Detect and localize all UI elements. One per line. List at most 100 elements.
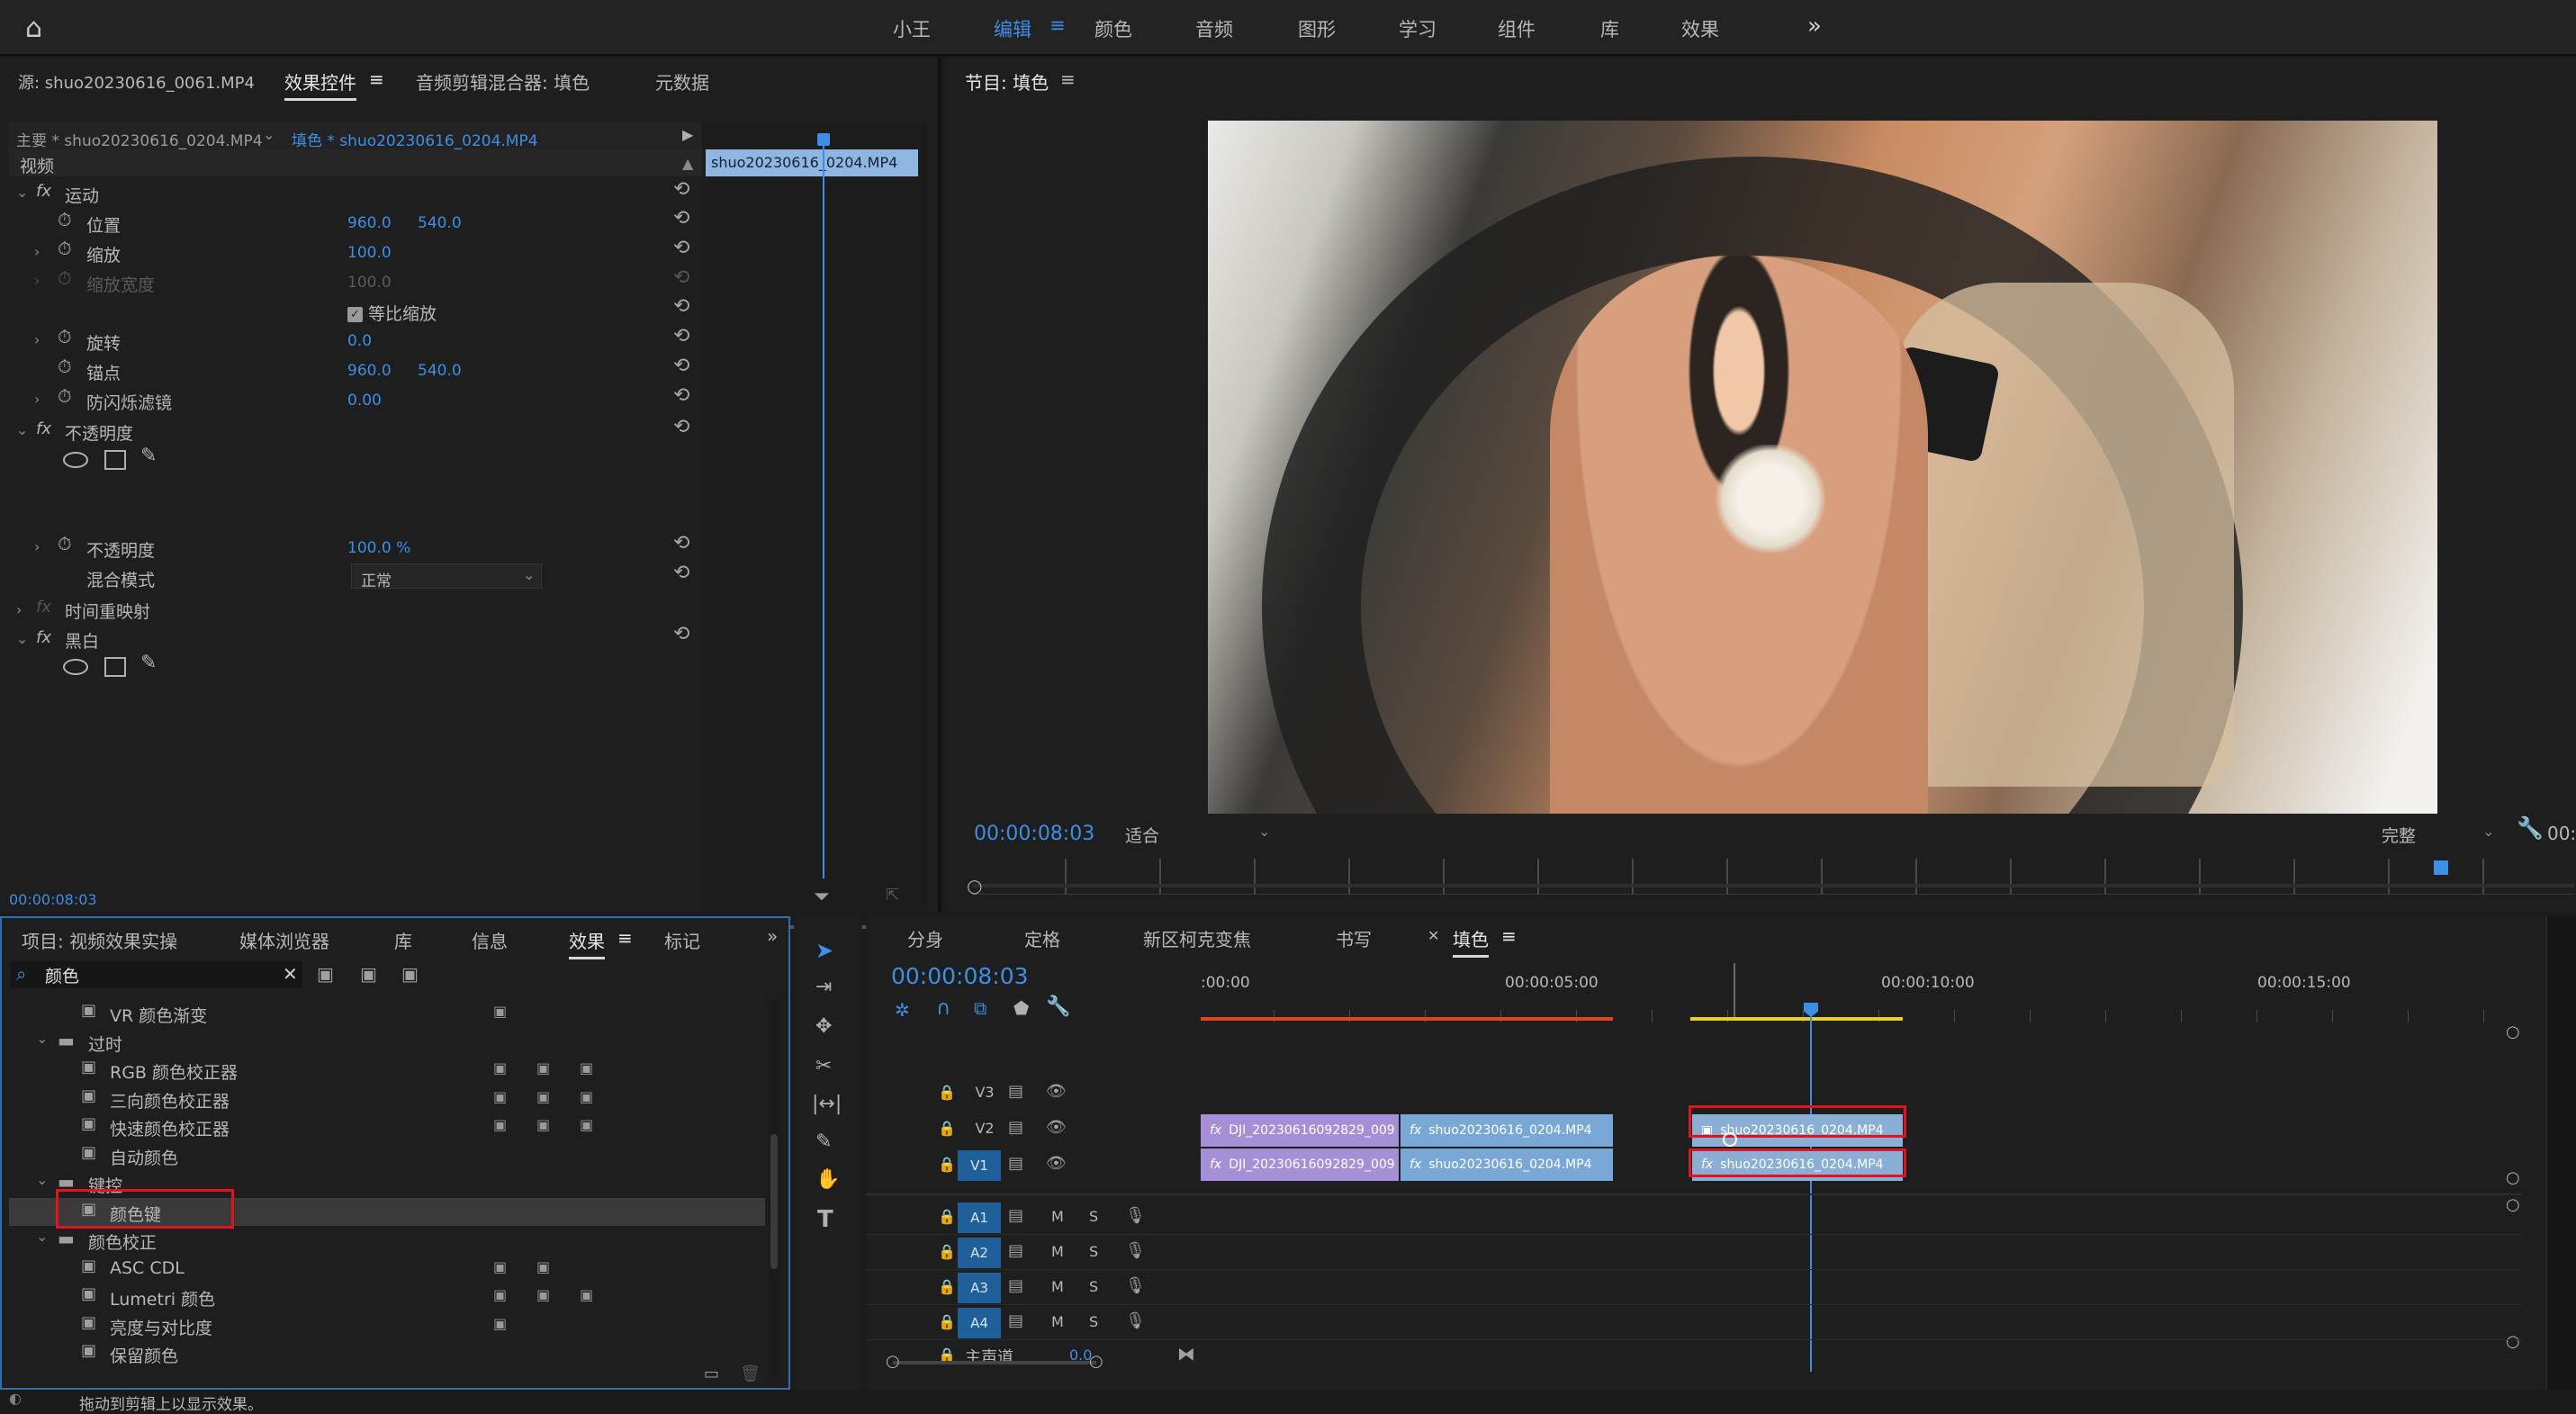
chevron-down-icon[interactable]: ⌄ (16, 184, 28, 201)
clip-chip[interactable]: shuo20230616_0204.MP4 (706, 149, 918, 176)
snap-magnet-icon[interactable]: ∩ (936, 997, 950, 1020)
solo-button[interactable]: S (1089, 1243, 1098, 1260)
position-x-value[interactable]: 960.0 (347, 214, 392, 232)
stopwatch-icon[interactable]: ⏱ (58, 385, 72, 407)
solo-button[interactable]: S (1089, 1313, 1098, 1330)
wrench-icon[interactable]: 🔧 (2517, 815, 2544, 841)
add-marker-icon[interactable]: ⬟ (1013, 997, 1029, 1019)
tab-effects[interactable]: 效果 (569, 927, 605, 959)
clip-v2-dji[interactable]: fx DJI_20230616092829_009 (1201, 1114, 1399, 1147)
effect-timeline[interactable]: shuo20230616_0204.MP4 (702, 122, 927, 929)
go-to-end-icon[interactable]: ⧓ (1177, 1343, 1195, 1364)
rectangle-mask-icon[interactable] (104, 450, 126, 470)
chevron-right-icon[interactable]: › (16, 601, 22, 618)
anchor-y-value[interactable]: 540.0 (418, 362, 462, 380)
chevron-down-icon[interactable]: ⌄ (36, 1171, 48, 1188)
antiflicker-value[interactable]: 0.00 (347, 392, 382, 410)
panel-menu-icon[interactable]: ≡ (369, 68, 384, 90)
microphone-icon[interactable]: 🎙 (1125, 1206, 1146, 1225)
workspace-tab-library[interactable]: 库 (1600, 15, 1619, 42)
timeline-h-scrollbar[interactable] (893, 1361, 1096, 1364)
tab-audio-clip-mixer[interactable]: 音频剪辑混合器: 填色 (416, 68, 590, 95)
tab-markers[interactable]: 标记 (664, 927, 700, 953)
hand-tool-icon[interactable]: ✋ (815, 1168, 840, 1191)
chevron-down-icon[interactable]: ⌄ (16, 421, 28, 438)
effect-item[interactable]: ▣ 自动颜色 (9, 1141, 765, 1169)
mute-button[interactable]: M (1051, 1243, 1064, 1260)
sync-lock-icon[interactable]: ▤ (1008, 1276, 1023, 1295)
effect-item[interactable]: ▣ 保留颜色 (9, 1339, 765, 1367)
sync-lock-icon[interactable]: ▤ (1008, 1241, 1023, 1260)
more-tabs-icon[interactable]: » (767, 925, 778, 947)
scroll-handle-icon[interactable]: ○ (967, 875, 982, 896)
workspace-tab-learn[interactable]: 学习 (1399, 15, 1437, 42)
workspace-tab-assembly[interactable]: 组件 (1498, 15, 1536, 42)
track-label-a[interactable]: A3 (958, 1273, 1001, 1303)
export-icon[interactable]: ⇱ (886, 886, 899, 905)
reset-icon[interactable]: ⟲ (673, 623, 689, 645)
chevron-down-icon[interactable]: ⌄ (16, 630, 28, 647)
position-y-value[interactable]: 540.0 (418, 214, 462, 232)
scroll-handle-icon[interactable]: ○ (886, 1352, 900, 1371)
effect-item[interactable]: ▣ VR 颜色渐变 ▣ (9, 999, 765, 1027)
tab-source[interactable]: 源: shuo20230616_0061.MP4 (18, 70, 255, 94)
ripple-edit-tool-icon[interactable]: ✥ (815, 1015, 832, 1038)
anchor-x-value[interactable]: 960.0 (347, 362, 392, 380)
reset-icon[interactable]: ⟲ (673, 416, 689, 438)
master-clip-label[interactable]: 主要 * shuo20230616_0204.MP4 (16, 128, 263, 150)
pen-tool-icon[interactable]: ✎ (815, 1130, 832, 1153)
tab-effect-controls[interactable]: 效果控件 (284, 68, 356, 101)
scroll-up-icon[interactable]: ▲ (682, 155, 693, 172)
workspace-tab-edit[interactable]: 编辑 (994, 15, 1031, 42)
mute-button[interactable]: M (1051, 1278, 1064, 1295)
track-label-a[interactable]: A4 (958, 1308, 1001, 1338)
search-input[interactable] (45, 963, 261, 986)
effect-item[interactable]: ▣ RGB 颜色校正器 ▣ ▣ ▣ (9, 1056, 765, 1084)
type-tool-icon[interactable]: T (817, 1206, 833, 1233)
pen-mask-icon[interactable]: ✎ (140, 652, 157, 674)
chevron-right-icon[interactable]: › (34, 331, 40, 348)
program-title[interactable]: 节目: 填色 (965, 68, 1049, 95)
track-label-v1[interactable]: V1 (958, 1150, 1001, 1181)
fx-icon[interactable]: fx (36, 628, 51, 647)
home-icon[interactable]: ⌂ (25, 13, 42, 44)
effect-item[interactable]: ▣ 三向颜色校正器 ▣ ▣ ▣ (9, 1085, 765, 1112)
panel-menu-icon[interactable]: ≡ (617, 927, 633, 949)
time-ruler[interactable]: :00:00 00:00:05:00 00:00:10:00 00:00:15:… (1199, 970, 2488, 1022)
slip-tool-icon[interactable]: |↔| (812, 1093, 842, 1115)
panel-menu-icon[interactable]: ≡ (1060, 68, 1076, 90)
tab-sequence-fill[interactable]: 填色 (1453, 925, 1489, 958)
program-timecode[interactable]: 00:00:08:03 (974, 823, 1094, 845)
tab-library[interactable]: 库 (394, 927, 412, 953)
hamburger-menu-icon[interactable]: ≡ (1049, 14, 1066, 36)
scroll-handle-icon[interactable]: ○ (1089, 1352, 1103, 1371)
stopwatch-icon[interactable]: ⏱ (58, 238, 72, 259)
sync-lock-icon[interactable]: ▤ (1008, 1118, 1023, 1137)
solo-button[interactable]: S (1089, 1208, 1098, 1225)
mute-button[interactable]: M (1051, 1208, 1064, 1225)
yuv-filter-icon[interactable]: ▣ (401, 963, 419, 985)
sequence-clip-label[interactable]: 填色 * shuo20230616_0204.MP4 (292, 128, 538, 150)
effect-item[interactable]: ▣ 快速颜色校正器 ▣ ▣ ▣ (9, 1112, 765, 1140)
ellipse-mask-icon[interactable] (63, 659, 88, 675)
sync-lock-icon[interactable]: ▤ (1008, 1154, 1023, 1173)
tab-project[interactable]: 项目: 视频效果实操 (22, 927, 177, 953)
chevron-down-icon[interactable]: ⌄ (263, 126, 275, 143)
track-label-a[interactable]: A2 (958, 1238, 1001, 1268)
stopwatch-icon[interactable]: ⏱ (58, 326, 72, 347)
tab-media-browser[interactable]: 媒体浏览器 (239, 927, 329, 953)
effects-scrollbar[interactable] (769, 999, 779, 1377)
chevron-right-icon[interactable]: › (34, 391, 40, 408)
track-label-a[interactable]: A1 (958, 1202, 1001, 1233)
program-ruler[interactable] (972, 859, 2574, 895)
mute-button[interactable]: M (1051, 1313, 1064, 1330)
filter-icon[interactable]: ⏷ (814, 886, 830, 908)
pen-mask-icon[interactable]: ✎ (140, 445, 157, 467)
panel-menu-icon[interactable]: ≡ (1501, 925, 1517, 947)
lock-icon[interactable]: 🔒 (938, 1278, 956, 1295)
tab-sequence-freeze[interactable]: 定格 (1024, 925, 1060, 951)
workspace-tab-xiaowang[interactable]: 小王 (893, 15, 931, 42)
nest-icon[interactable]: ✲ (895, 999, 910, 1021)
program-scrollbar[interactable] (972, 884, 2574, 887)
clip-v1-shuo[interactable]: fx shuo20230616_0204.MP4 (1401, 1148, 1613, 1181)
